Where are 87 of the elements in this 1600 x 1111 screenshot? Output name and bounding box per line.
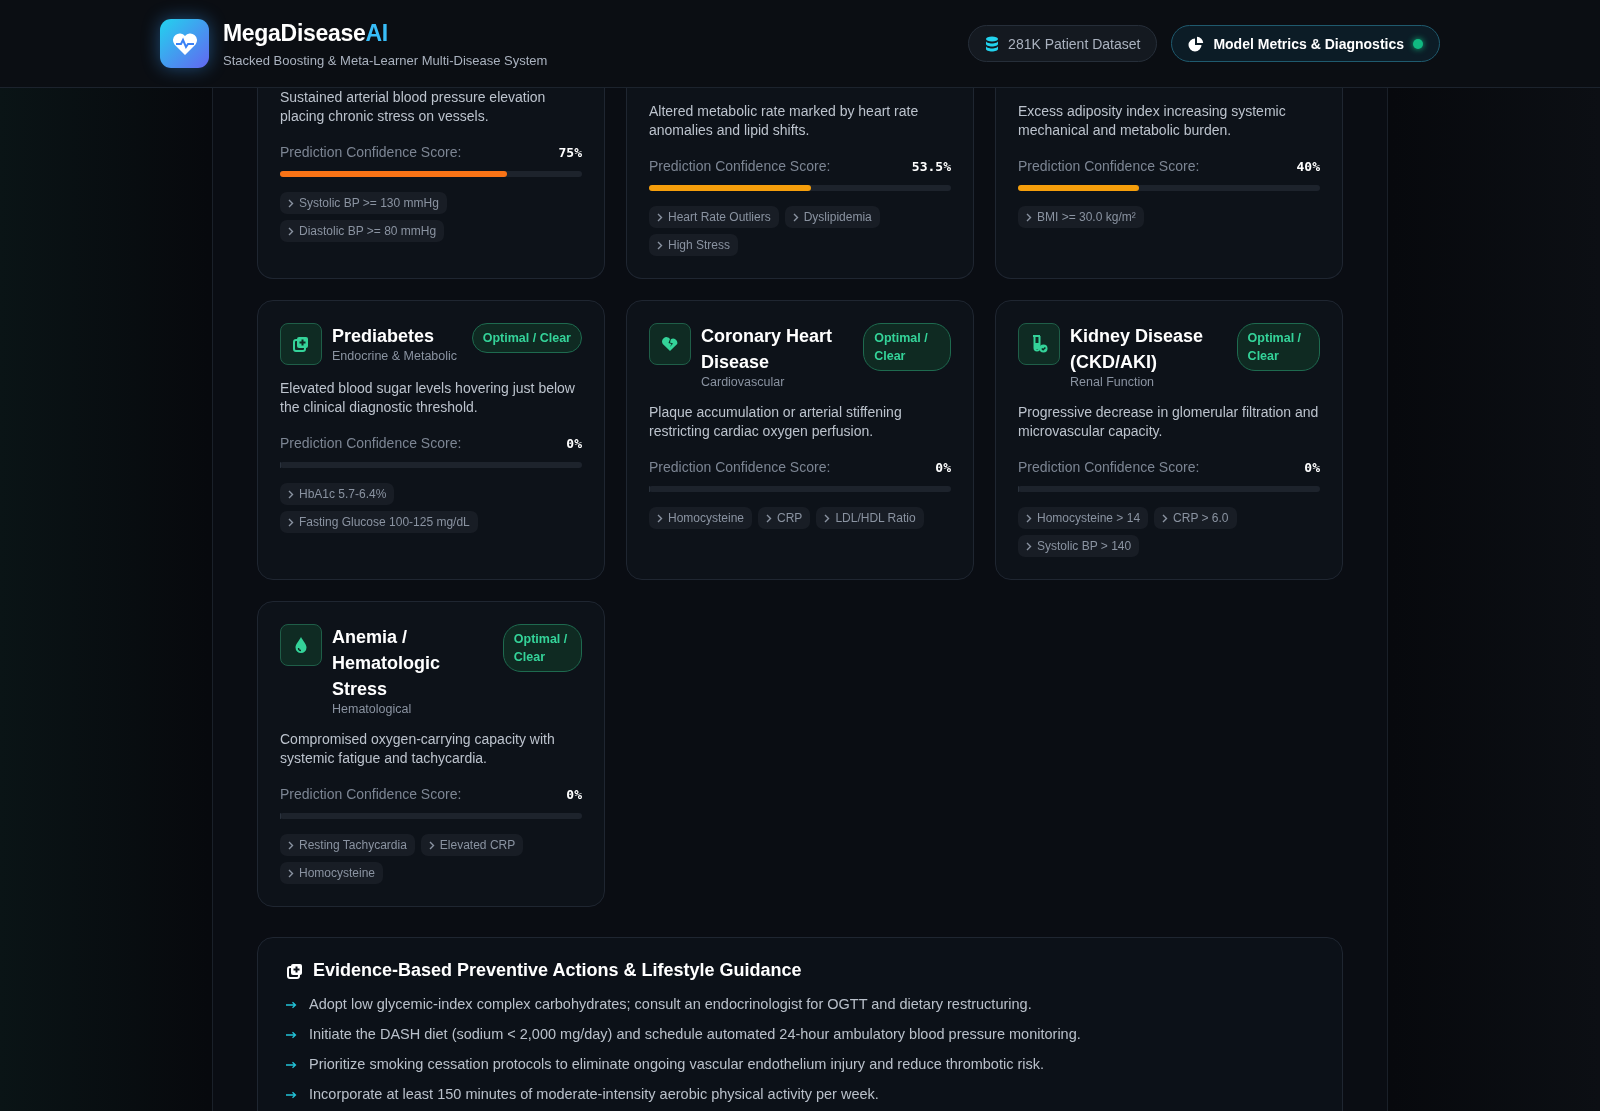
arrow-icon <box>286 1060 297 1069</box>
status-badge: Optimal / Clear <box>471 323 582 353</box>
criteria-tag: Homocysteine <box>280 862 384 884</box>
score-label: Prediction Confidence Score: <box>280 144 462 160</box>
chevron-icon <box>288 226 294 236</box>
medical-plus-icon <box>292 335 310 353</box>
criteria-tag: Elevated CRP <box>420 834 524 856</box>
database-icon <box>985 35 1000 52</box>
criteria-tag: BMI >= 30.0 kg/m² <box>1018 206 1144 228</box>
score-value: 0% <box>1304 459 1320 475</box>
card-description: Progressive decrease in glomerular filtration and microvascular capacity. <box>1018 403 1320 441</box>
criteria-tag: Resting Tachycardia <box>280 834 415 856</box>
criteria-tag: LDL/HDL Ratio <box>816 507 924 529</box>
criteria-tag: Fasting Glucose 100-125 mg/dL <box>280 511 478 533</box>
medical-plus-icon <box>286 961 304 980</box>
card-title: Kidney Disease (CKD/AKI) <box>1070 325 1205 374</box>
header-button[interactable]: Model Metrics & Diagnostics <box>1171 25 1440 62</box>
chevron-icon <box>288 868 294 878</box>
score-value: 0% <box>566 435 582 451</box>
chevron-icon <box>657 240 663 250</box>
chevron-icon <box>792 212 799 222</box>
score-value: 75% <box>558 144 582 160</box>
criteria-tag: Systolic BP > 140 <box>1018 535 1140 557</box>
chevron-icon <box>288 517 294 527</box>
chevron-icon <box>288 489 294 499</box>
chevron-icon <box>1162 513 1169 523</box>
guidance-item: Adopt low glycemic-index complex carbohydrates; consult an endocrinologist for OGTT and dietary restructuring. <box>309 995 1032 1014</box>
chevron-icon <box>1026 513 1032 523</box>
chevron-icon <box>1026 212 1032 222</box>
card-description: Altered metabolic rate marked by heart rate anomalies and lipid shifts. <box>649 102 920 140</box>
arrow-icon <box>286 1090 297 1099</box>
card-category: Endocrine & Metabolic <box>332 349 458 363</box>
criteria-tag: Dyslipidemia <box>784 206 880 228</box>
header-button[interactable]: 281K Patient Dataset <box>968 25 1158 62</box>
broken-heart-icon <box>661 336 679 352</box>
status-badge: Optimal / Clear <box>1236 323 1320 371</box>
app-subtitle: Stacked Boosting & Meta-Learner Multi-Disease System <box>223 52 548 68</box>
criteria-tag: Systolic BP >= 130 mmHg <box>280 192 447 214</box>
score-label: Prediction Confidence Score: <box>280 786 462 802</box>
card-description: Plaque accumulation or arterial stiffening restricting cardiac oxygen perfusion. <box>649 403 903 441</box>
guidance-item: Prioritize smoking cessation protocols to eliminate ongoing vascular endothelium injury and reduce thrombotic risk. <box>309 1055 1045 1074</box>
guidance-item: Incorporate at least 150 minutes of moderate-intensity aerobic physical activity per week. <box>309 1085 879 1104</box>
criteria-tag: Homocysteine > 14 <box>1018 507 1149 529</box>
chevron-icon <box>1026 541 1032 551</box>
score-value: 0% <box>566 786 582 802</box>
status-badge: Optimal / Clear <box>502 624 582 672</box>
guidance-item: Initiate the DASH diet (sodium < 2,000 mg/day) and schedule automated 24-hour ambulatory blood pressure monitoring. <box>309 1025 1081 1044</box>
criteria-tag: Diastolic BP >= 80 mmHg <box>280 220 445 242</box>
card-title: Anemia / Hematologic Stress <box>332 626 442 701</box>
chevron-icon <box>288 840 294 850</box>
drop-icon <box>294 636 308 654</box>
card-description: Excess adiposity index increasing systemic mechanical and metabolic burden. <box>1018 102 1287 140</box>
score-value: 40% <box>1296 158 1320 174</box>
score-label: Prediction Confidence Score: <box>649 459 831 475</box>
criteria-tag: Heart Rate Outliers <box>649 206 779 228</box>
card-category: Cardiovascular <box>701 375 786 389</box>
card-category: Hematological <box>332 702 413 716</box>
arrow-icon <box>286 1000 297 1009</box>
criteria-tag: CRP > 6.0 <box>1154 507 1237 529</box>
arrow-icon <box>286 1030 297 1039</box>
app-title: MegaDiseaseAI <box>223 19 388 47</box>
score-value: 53.5% <box>911 158 951 174</box>
card-title: Coronary Heart Disease <box>701 325 834 374</box>
card-description: Sustained arterial blood pressure elevation placing chronic stress on vessels. <box>280 88 547 126</box>
chevron-icon <box>657 212 663 222</box>
score-label: Prediction Confidence Score: <box>1018 158 1200 174</box>
chevron-icon <box>657 513 663 523</box>
pie-chart-icon <box>1188 35 1205 52</box>
score-value: 0% <box>935 459 951 475</box>
card-title: Prediabetes <box>332 325 436 348</box>
criteria-tag: High Stress <box>649 234 739 256</box>
score-label: Prediction Confidence Score: <box>1018 459 1200 475</box>
chevron-icon <box>766 513 773 523</box>
criteria-tag: Homocysteine <box>649 507 753 529</box>
criteria-tag: HbA1c 5.7-6.4% <box>280 483 395 505</box>
card-category: Renal Function <box>1070 375 1156 389</box>
test-tube-icon <box>1030 334 1048 354</box>
status-badge: Optimal / Clear <box>863 323 951 371</box>
chevron-icon <box>824 513 831 523</box>
card-description: Elevated blood sugar levels hovering just below the clinical diagnostic threshold. <box>280 379 576 417</box>
card-description: Compromised oxygen-carrying capacity with systemic fatigue and tachycardia. <box>280 730 556 768</box>
criteria-tag: CRP <box>758 507 811 529</box>
score-label: Prediction Confidence Score: <box>280 435 462 451</box>
score-label: Prediction Confidence Score: <box>649 158 831 174</box>
chevron-icon <box>288 198 294 208</box>
chevron-icon <box>428 840 435 850</box>
section-title: Evidence-Based Preventive Actions & Lifestyle Guidance <box>313 960 802 981</box>
